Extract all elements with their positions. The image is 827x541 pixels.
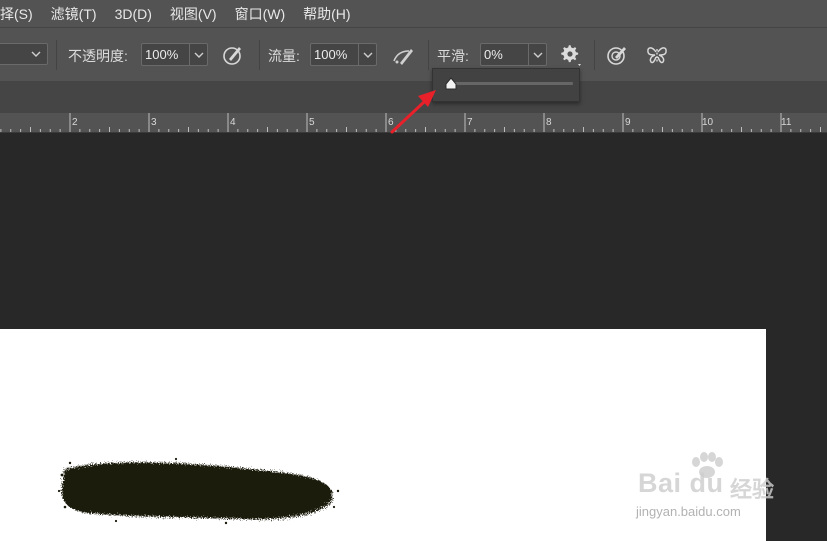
chevron-down-icon	[194, 52, 203, 58]
ruler-label: 8	[546, 117, 552, 128]
opacity-label: 不透明度:	[68, 48, 128, 64]
chevron-down-icon	[363, 52, 372, 58]
symmetry-butterfly-icon[interactable]	[645, 43, 669, 67]
watermark-brand-cn: 经验	[730, 477, 775, 502]
pressure-size-icon[interactable]	[605, 43, 629, 67]
brush-stroke	[57, 457, 340, 525]
airbrush-icon[interactable]	[391, 43, 415, 67]
watermark-brand: Bai du	[638, 468, 724, 498]
ruler-label: 11	[781, 117, 792, 128]
menu-select[interactable]: 择(S)	[0, 4, 42, 24]
ruler-label: 2	[72, 117, 78, 128]
separator	[594, 40, 595, 70]
horizontal-ruler[interactable]: 2 3 4 5 6 7 8 9 10 11	[0, 113, 827, 133]
airbrush-pressure-icon[interactable]	[221, 43, 245, 67]
mode-select[interactable]	[0, 43, 48, 65]
ruler-label: 10	[702, 117, 714, 128]
opacity-input[interactable]	[142, 44, 185, 65]
ruler-label: 5	[309, 117, 315, 128]
smoothing-dropdown[interactable]	[528, 44, 546, 65]
gear-icon[interactable]	[559, 43, 583, 67]
separator	[259, 40, 260, 70]
menu-3d[interactable]: 3D(D)	[106, 6, 161, 22]
smoothing-field[interactable]	[480, 43, 547, 66]
ruler-label: 3	[151, 117, 157, 128]
ruler-label: 6	[388, 117, 394, 128]
watermark-url: jingyan.baidu.com	[636, 504, 741, 519]
smoothing-slider-thumb[interactable]	[444, 77, 458, 91]
ruler-label: 4	[230, 117, 236, 128]
ruler-label: 7	[467, 117, 473, 128]
flow-label: 流量:	[268, 48, 300, 64]
separator	[428, 40, 429, 70]
baidu-watermark: Bai du 经验 jingyan.baidu.com	[632, 450, 792, 530]
opacity-dropdown[interactable]	[189, 44, 207, 65]
smoothing-label: 平滑:	[437, 48, 469, 64]
flow-input[interactable]	[311, 44, 354, 65]
menu-window[interactable]: 窗口(W)	[226, 4, 295, 24]
chevron-down-icon	[31, 51, 41, 57]
smoothing-slider-track[interactable]	[451, 82, 573, 85]
separator	[56, 40, 57, 70]
flow-dropdown[interactable]	[358, 44, 376, 65]
chevron-down-icon	[533, 52, 542, 58]
document-tab-strip	[0, 81, 827, 113]
menu-help[interactable]: 帮助(H)	[294, 4, 359, 24]
menu-view[interactable]: 视图(V)	[161, 4, 226, 24]
menu-bar: 择(S) 滤镜(T) 3D(D) 视图(V) 窗口(W) 帮助(H)	[0, 0, 827, 27]
smoothing-slider-popup	[432, 68, 580, 102]
smoothing-input[interactable]	[481, 44, 524, 65]
opacity-field[interactable]	[141, 43, 208, 66]
menu-filter[interactable]: 滤镜(T)	[42, 4, 106, 24]
flow-field[interactable]	[310, 43, 377, 66]
ruler-label: 9	[625, 117, 631, 128]
tool-options-bar: 不透明度: 流量: 平滑:	[0, 27, 827, 81]
